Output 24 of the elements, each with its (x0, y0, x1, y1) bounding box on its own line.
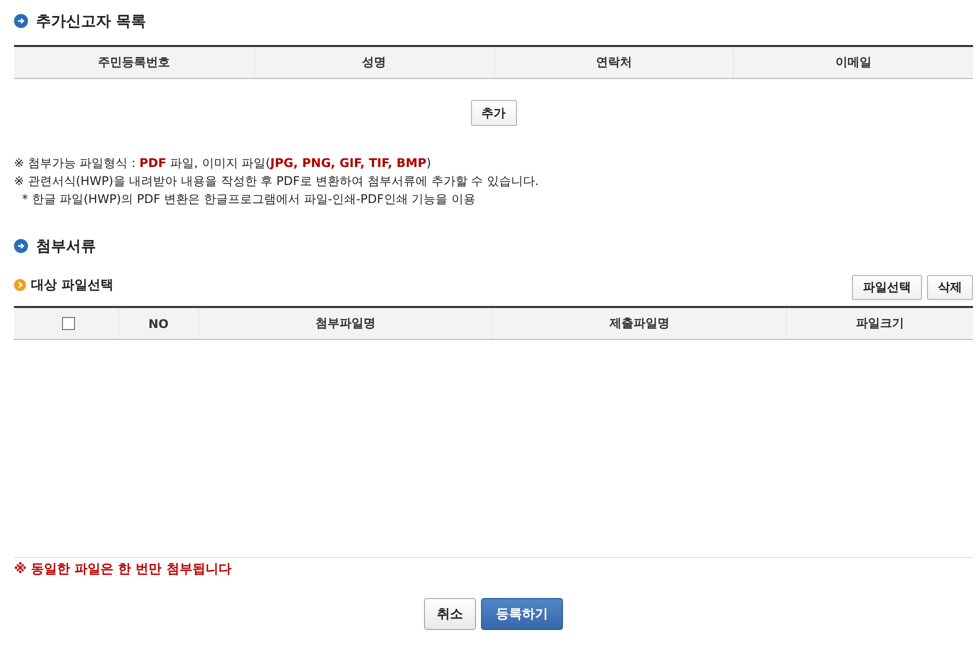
section-title: 첨부서류 (36, 237, 96, 255)
arrow-circle-icon (14, 239, 28, 253)
column-header: 이메일 (733, 47, 973, 78)
file-action-button[interactable]: 파일선택 (852, 275, 922, 300)
column-header: 성명 (254, 47, 494, 78)
note-text: * 한글 파일(HWP)의 PDF 변환은 한글프로그램에서 파일-인쇄-PDF인쇄 기능을 이용 (21, 191, 476, 208)
arrow-circle-icon (14, 14, 28, 28)
chevron-circle-icon (14, 278, 26, 290)
column-header: 제출파일명 (492, 308, 786, 339)
column-header: 연락처 (494, 47, 734, 78)
cancel-button[interactable]: 취소 (424, 598, 476, 630)
section-title: 추가신고자 목록 (36, 12, 146, 30)
warning-text: ※ 동일한 파일은 한 번만 첨부됩니다 (14, 561, 232, 579)
column-header: 첨부파일명 (198, 308, 492, 339)
column-header: 파일크기 (786, 308, 973, 339)
subsection-title: 대상 파일선택 (31, 276, 114, 294)
add-button[interactable]: 추가 (470, 100, 516, 126)
note-text: ※ 첨부가능 파일형식 : PDF 파일, 이미지 파일(JPG, PNG, GIF, TIF, BMP) (14, 155, 432, 172)
file-action-button[interactable]: 삭제 (927, 275, 973, 300)
note-text: ※ 관련서식(HWP)을 내려받아 내용을 작성한 후 PDF로 변환하여 첨부서류에 추가할 수 있습니다. (14, 173, 540, 190)
column-header: 주민등록번호 (96, 54, 171, 71)
column-header: NO (118, 308, 198, 339)
register-button[interactable]: 등록하기 (481, 598, 563, 630)
select-all-checkbox[interactable] (62, 317, 74, 330)
